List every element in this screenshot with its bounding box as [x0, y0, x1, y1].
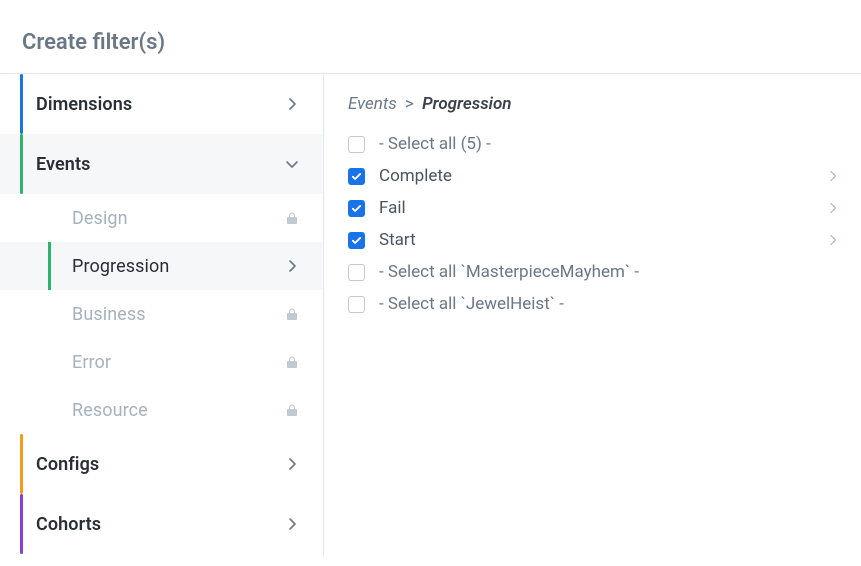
lock-icon [283, 353, 301, 371]
accent-bar [20, 434, 23, 494]
checkbox[interactable] [348, 136, 365, 153]
sidebar-item-label: Events [36, 154, 283, 175]
sidebar-item-label: Resource [72, 400, 283, 421]
sidebar-item-configs[interactable]: Configs [0, 434, 323, 494]
sidebar-item-dimensions[interactable]: Dimensions [0, 74, 323, 134]
accent-bar [20, 134, 23, 194]
sidebar-item-resource[interactable]: Resource [0, 386, 323, 434]
sidebar-item-label: Error [72, 352, 283, 373]
chevron-right-icon [283, 455, 301, 473]
option-label: Fail [379, 198, 829, 218]
sidebar-item-label: Cohorts [36, 514, 283, 535]
chevron-right-icon [283, 95, 301, 113]
content-panel: Events > Progression - Select all (5) - … [324, 74, 861, 558]
lock-icon [283, 305, 301, 323]
option-complete[interactable]: Complete [348, 160, 837, 192]
chevron-right-icon [829, 234, 837, 246]
checkbox[interactable] [348, 296, 365, 313]
sidebar-item-error[interactable]: Error [0, 338, 323, 386]
option-label: - Select all `MasterpieceMayhem` - [379, 262, 837, 282]
lock-icon [283, 401, 301, 419]
chevron-right-icon [829, 170, 837, 182]
chevron-down-icon [283, 155, 301, 173]
sidebar-item-label: Progression [72, 256, 283, 277]
sidebar-item-label: Dimensions [36, 94, 283, 115]
option-label: - Select all `JewelHeist` - [379, 294, 837, 314]
option-fail[interactable]: Fail [348, 192, 837, 224]
sidebar-item-cohorts[interactable]: Cohorts [0, 494, 323, 554]
sidebar-item-business[interactable]: Business [0, 290, 323, 338]
sidebar-item-label: Design [72, 208, 283, 229]
breadcrumb-sep: > [405, 94, 414, 114]
option-label: - Select all (5) - [379, 134, 837, 154]
sidebar-item-design[interactable]: Design [0, 194, 323, 242]
chevron-right-icon [283, 257, 301, 275]
sidebar-item-label: Business [72, 304, 283, 325]
option-start[interactable]: Start [348, 224, 837, 256]
chevron-right-icon [283, 515, 301, 533]
option-select-all-jewelheist[interactable]: - Select all `JewelHeist` - [348, 288, 837, 320]
option-select-all[interactable]: - Select all (5) - [348, 128, 837, 160]
option-label: Complete [379, 166, 829, 186]
dialog-body: Dimensions Events Design [0, 74, 861, 558]
option-label: Start [379, 230, 829, 250]
checkbox[interactable] [348, 200, 365, 217]
options-list: - Select all (5) - Complete Fail [348, 128, 837, 320]
sidebar-item-label: Configs [36, 454, 283, 475]
breadcrumb-root: Events [348, 94, 397, 114]
accent-bar [48, 242, 51, 290]
sidebar: Dimensions Events Design [0, 74, 324, 558]
lock-icon [283, 209, 301, 227]
dialog-title: Create filter(s) [0, 18, 861, 73]
create-filters-dialog: Create filter(s) Dimensions Events [0, 0, 861, 558]
sidebar-item-events[interactable]: Events [0, 134, 323, 194]
chevron-right-icon [829, 202, 837, 214]
checkbox[interactable] [348, 232, 365, 249]
checkbox[interactable] [348, 264, 365, 281]
accent-bar [20, 74, 23, 134]
sidebar-item-progression[interactable]: Progression [0, 242, 323, 290]
option-select-all-masterpiecemayhem[interactable]: - Select all `MasterpieceMayhem` - [348, 256, 837, 288]
breadcrumb-current: Progression [422, 94, 511, 114]
checkbox[interactable] [348, 168, 365, 185]
accent-bar [20, 494, 23, 554]
breadcrumb: Events > Progression [348, 94, 837, 114]
